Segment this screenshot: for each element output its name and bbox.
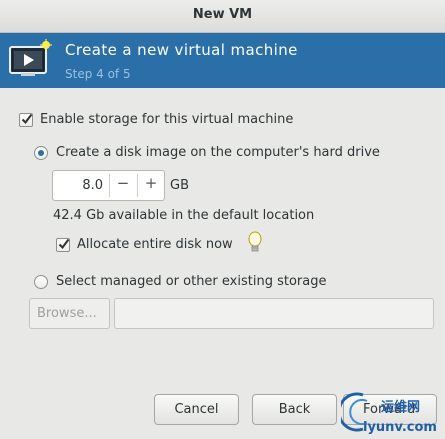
storage-path-field[interactable] — [114, 298, 434, 329]
spinner-divider — [109, 174, 110, 197]
allocate-disk-label[interactable]: Allocate entire disk now — [77, 237, 233, 252]
watermark-text-bottom: iyunv.com — [363, 420, 437, 435]
watermark-logo: 运维网 iyunv.com — [341, 392, 437, 435]
size-unit-label: GB — [170, 178, 189, 193]
decrement-button[interactable]: − — [111, 174, 135, 192]
wizard-heading: Create a new virtual machine — [65, 41, 298, 59]
create-disk-radio[interactable] — [34, 146, 48, 160]
cancel-button-label: Cancel — [174, 402, 219, 417]
enable-storage-label[interactable]: Enable storage for this virtual machine — [40, 112, 293, 127]
checkmark-icon — [21, 113, 33, 125]
available-space-text: 42.4 Gb available in the default locatio… — [53, 208, 315, 223]
managed-storage-radio[interactable] — [34, 275, 48, 289]
managed-storage-label[interactable]: Select managed or other existing storage — [56, 274, 326, 289]
virtual-machine-icon — [9, 39, 52, 76]
create-disk-label[interactable]: Create a disk image on the computer's ha… — [56, 145, 380, 160]
title-bar: New VM — [0, 0, 445, 33]
window-title: New VM — [192, 7, 253, 22]
browse-button-label: Browse... — [37, 306, 97, 321]
watermark-text-top: 运维网 — [381, 399, 420, 415]
disk-size-value[interactable]: 8.0 — [53, 178, 103, 193]
browse-button[interactable]: Browse... — [29, 298, 110, 329]
back-button-label: Back — [278, 402, 311, 417]
increment-button[interactable]: + — [139, 174, 163, 192]
checkmark-icon — [58, 238, 70, 250]
disk-size-spinner[interactable]: 8.0 − + — [52, 170, 165, 201]
cancel-button[interactable]: Cancel — [154, 394, 239, 425]
enable-storage-checkbox[interactable] — [19, 113, 33, 127]
wizard-banner: Create a new virtual machine Step 4 of 5 — [0, 33, 445, 88]
lightbulb-icon — [248, 231, 262, 252]
back-button[interactable]: Back — [252, 394, 337, 425]
allocate-disk-checkbox[interactable] — [56, 238, 70, 252]
spinner-divider — [137, 174, 138, 197]
wizard-step: Step 4 of 5 — [65, 67, 131, 81]
